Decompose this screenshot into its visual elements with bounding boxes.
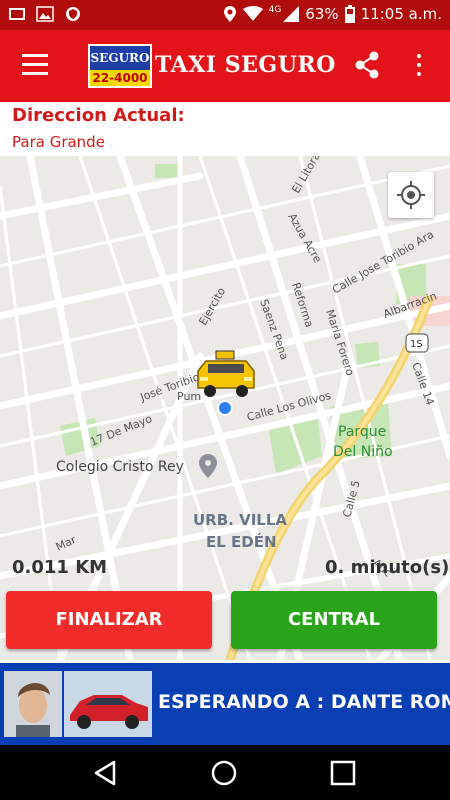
signal-icon (283, 6, 300, 22)
logo-phone: 22-4000 (92, 71, 148, 85)
my-location-icon[interactable] (388, 172, 434, 218)
banner-background: ESPERANDO A : DANTE ROMA (0, 663, 450, 745)
notification-icons (8, 6, 82, 22)
image-icon (36, 6, 54, 22)
address-value: Para Grande (12, 133, 105, 151)
system-status: 4G 63% 11:05 a.m. (223, 5, 442, 23)
clock: 11:05 a.m. (360, 5, 442, 23)
location-pin-icon (223, 6, 236, 22)
message-icon (9, 8, 25, 20)
map-label: Maria Forero (323, 308, 357, 378)
app-title: TAXI SEGURO (155, 52, 336, 78)
map-label: Pum (177, 390, 201, 403)
network-type: 4G (268, 5, 282, 15)
address-label: Direccion Actual: (12, 105, 185, 126)
park-name: Parque (338, 424, 386, 440)
trip-duration: 0. minuto(s) (325, 557, 450, 578)
map-view[interactable]: El Litoral Azua Acre Calle Jose Toribio … (0, 156, 450, 660)
poi-pin-icon (199, 454, 217, 478)
status-bar: 4G 63% 11:05 a.m. (0, 0, 450, 30)
app-toolbar: SEGURO 22-4000 TAXI SEGURO (0, 30, 450, 102)
map-label: El Litoral (289, 156, 324, 196)
home-icon[interactable] (209, 758, 239, 788)
more-vert-icon[interactable] (414, 52, 424, 78)
map-label: Calle 14 (409, 361, 437, 408)
logo-wordmark: SEGURO (90, 46, 150, 70)
status-banner: ESPERANDO A : DANTE ROMA (0, 663, 450, 745)
recents-icon[interactable] (328, 758, 358, 788)
finish-button[interactable]: FINALIZAR (6, 591, 212, 649)
battery-icon (344, 5, 355, 23)
passenger-photo (4, 671, 62, 737)
waiting-passenger-text: ESPERANDO A : DANTE ROMA (158, 691, 450, 713)
map-label: Mar (54, 533, 79, 554)
shield-icon (66, 7, 80, 21)
app-logo: SEGURO 22-4000 (88, 44, 152, 88)
current-location-dot (217, 400, 233, 416)
vehicle-photo (64, 671, 152, 737)
map-label: Azua Acre (285, 211, 324, 265)
map-canvas: El Litoral Azua Acre Calle Jose Toribio … (0, 156, 450, 660)
share-icon[interactable] (352, 50, 382, 80)
area-label: EL EDÉN (206, 532, 277, 551)
wifi-icon (242, 6, 263, 21)
poi-label: Colegio Cristo Rey (56, 459, 184, 475)
hamburger-icon[interactable] (22, 54, 48, 76)
central-button[interactable]: CENTRAL (231, 591, 437, 649)
battery-percent: 63% (305, 5, 339, 23)
route-label: 1S (410, 339, 423, 350)
current-address-panel: Direccion Actual: Para Grande (0, 102, 450, 156)
trip-distance: 0.011 KM (12, 557, 108, 578)
area-label: URB. VILLA (193, 511, 287, 529)
back-icon[interactable] (90, 758, 120, 788)
system-nav-bar (0, 745, 450, 800)
park-name: Del Niño (333, 444, 393, 460)
